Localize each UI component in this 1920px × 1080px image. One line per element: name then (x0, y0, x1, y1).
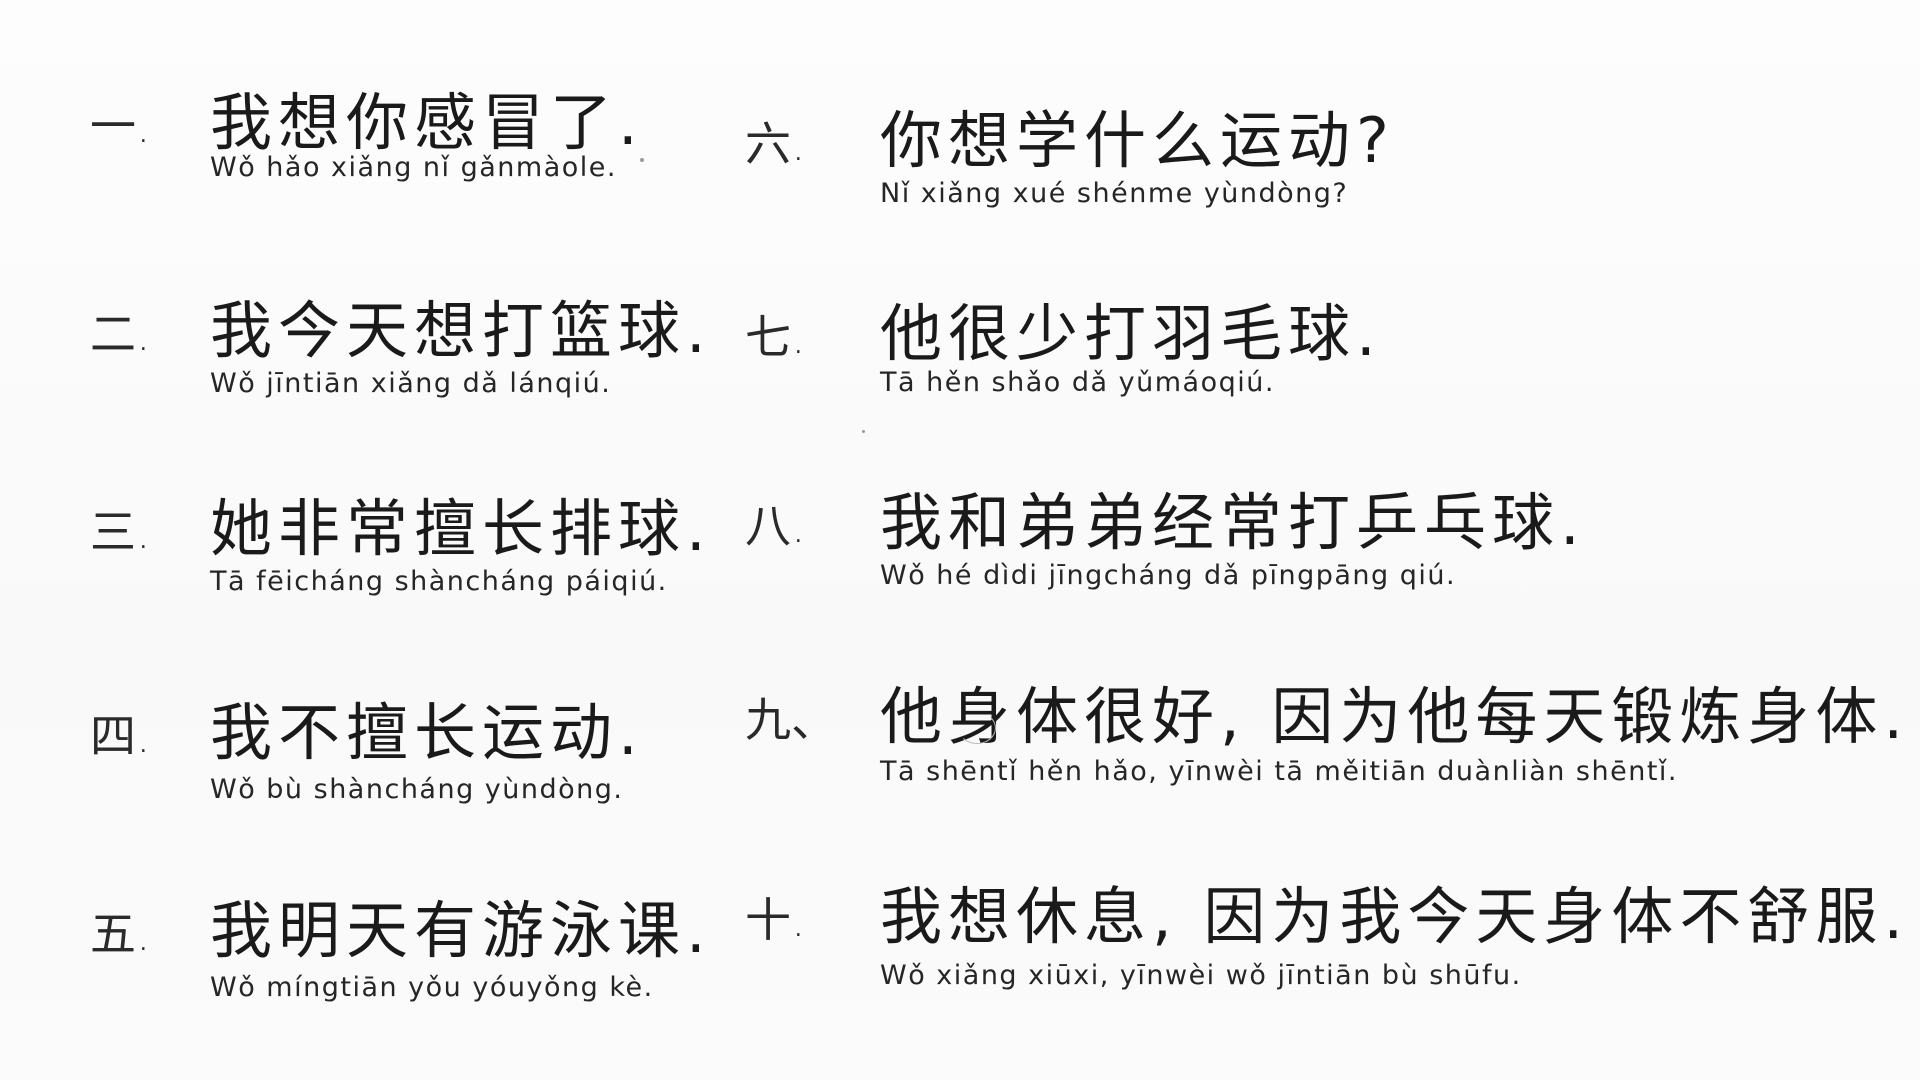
item-number: 四. (90, 709, 151, 763)
pinyin-line: Tā fēicháng shàncháng páiqiú. (210, 566, 668, 597)
item-number: 一. (90, 99, 151, 153)
worksheet-page: 一. 我想你感冒了. Wǒ hǎo xiǎng nǐ gǎnmàole. 二. … (0, 0, 1920, 1080)
chinese-sentence: 我和弟弟经常打乒乓球. (880, 486, 1586, 559)
chinese-sentence: 我今天想打篮球. (210, 294, 712, 367)
chinese-sentence: 我想你感冒了. (210, 86, 644, 159)
chinese-sentence: 我不擅长运动. (210, 696, 644, 769)
item-number: 七. (745, 310, 806, 364)
paper-speck (640, 158, 644, 162)
paper-speck (862, 430, 865, 433)
chinese-sentence: 她非常擅长排球. (210, 492, 712, 565)
chinese-sentence: 他身体很好, 因为他每天锻炼身体. (880, 680, 1910, 753)
pinyin-line: Wǒ hé dìdi jīngcháng dǎ pīngpāng qiú. (880, 560, 1457, 591)
pinyin-line: Wǒ míngtiān yǒu yóuyǒng kè. (210, 972, 654, 1003)
chinese-sentence: 他很少打羽毛球. (880, 297, 1382, 370)
pinyin-line: Wǒ bù shàncháng yùndòng. (210, 774, 624, 805)
pinyin-line: Tā shēntǐ hěn hǎo, yīnwèi tā měitiān duà… (880, 756, 1679, 787)
chinese-sentence: 你想学什么运动? (880, 104, 1395, 177)
paper-scuff-mark (958, 712, 996, 744)
chinese-sentence: 我明天有游泳课. (210, 894, 712, 967)
pinyin-line: Tā hěn shǎo dǎ yǔmáoqiú. (880, 367, 1275, 398)
item-number: 六. (745, 117, 806, 171)
pinyin-line: Wǒ hǎo xiǎng nǐ gǎnmàole. (210, 152, 617, 183)
item-number: 九、 (745, 693, 837, 747)
chinese-sentence: 我想休息, 因为我今天身体不舒服. (880, 880, 1910, 953)
item-number: 三. (90, 505, 151, 559)
item-number: 八. (745, 499, 806, 553)
item-number: 五. (90, 907, 151, 961)
pinyin-line: Nǐ xiǎng xué shénme yùndòng? (880, 178, 1349, 209)
item-number: 二. (90, 307, 151, 361)
item-number: 十. (745, 893, 806, 947)
pinyin-line: Wǒ jīntiān xiǎng dǎ lánqiú. (210, 368, 612, 399)
pinyin-line: Wǒ xiǎng xiūxi, yīnwèi wǒ jīntiān bù shū… (880, 960, 1522, 991)
